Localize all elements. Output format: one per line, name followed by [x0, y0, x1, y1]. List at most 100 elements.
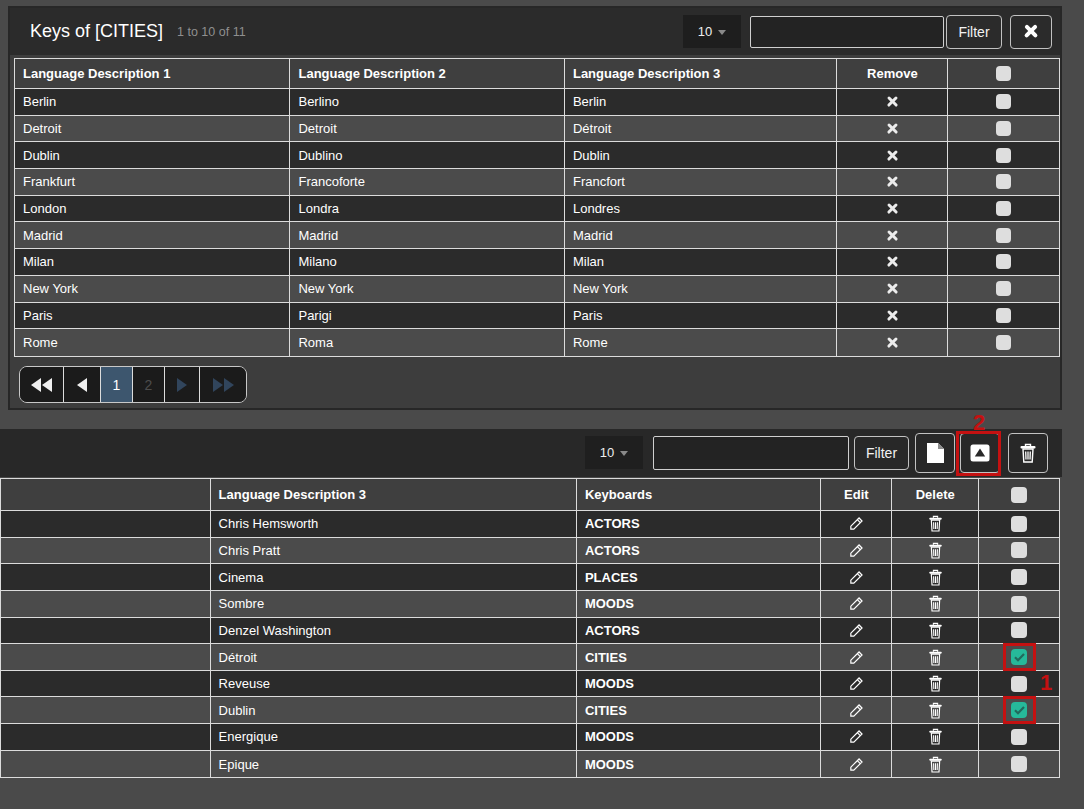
filter-input-bottom[interactable] — [653, 436, 849, 470]
remove-button[interactable] — [837, 276, 948, 302]
column-header — [979, 479, 1059, 510]
remove-icon — [887, 203, 898, 214]
row-checkbox[interactable] — [996, 174, 1011, 189]
edit-button[interactable] — [821, 644, 892, 670]
cell-empty — [1, 591, 211, 617]
cell-keyboard: ACTORS — [577, 538, 822, 564]
remove-button[interactable] — [837, 116, 948, 142]
row-checkbox[interactable] — [1011, 756, 1027, 772]
delete-button[interactable] — [892, 644, 979, 670]
filter-button-bottom[interactable]: Filter — [854, 436, 909, 470]
close-button[interactable] — [1010, 15, 1052, 49]
row-checkbox-checked[interactable] — [1011, 649, 1027, 665]
row-checkbox[interactable] — [996, 121, 1011, 136]
cell-desc3: Madrid — [565, 222, 837, 248]
cell-desc2: Roma — [290, 329, 564, 356]
pagination-first-button[interactable] — [20, 367, 64, 402]
row-checkbox[interactable] — [1011, 729, 1027, 745]
pencil-icon — [848, 756, 865, 773]
pagination-prev-button[interactable] — [64, 367, 101, 402]
row-checkbox[interactable] — [1011, 542, 1027, 558]
row-checkbox[interactable] — [996, 201, 1011, 216]
cell-desc2: Dublino — [290, 142, 564, 168]
pencil-icon — [848, 728, 865, 745]
cell-empty — [1, 751, 211, 778]
row-checkbox[interactable] — [996, 335, 1011, 350]
pencil-icon — [848, 569, 865, 586]
delete-button[interactable] — [892, 724, 979, 750]
delete-button[interactable] — [892, 618, 979, 644]
pagination-page-2[interactable]: 2 — [133, 367, 165, 402]
delete-button[interactable] — [892, 564, 979, 590]
row-checkbox[interactable] — [996, 308, 1011, 323]
edit-button[interactable] — [821, 618, 892, 644]
remove-button[interactable] — [837, 89, 948, 115]
row-checkbox[interactable] — [996, 148, 1011, 163]
table-row: SombreMOODS — [1, 591, 1059, 618]
row-checkbox[interactable] — [996, 228, 1011, 243]
cell-empty — [1, 697, 211, 723]
delete-button[interactable] — [892, 671, 979, 697]
page-size-select[interactable]: 10 — [683, 15, 741, 48]
checkbox-cell — [979, 697, 1059, 723]
remove-button[interactable] — [837, 303, 948, 329]
row-checkbox[interactable] — [1011, 516, 1027, 532]
edit-button[interactable] — [821, 697, 892, 723]
edit-button[interactable] — [821, 671, 892, 697]
edit-button[interactable] — [821, 724, 892, 750]
pencil-icon — [848, 702, 865, 719]
remove-icon — [887, 96, 898, 107]
checkbox-cell — [979, 644, 1059, 670]
cell-keyboard: MOODS — [577, 671, 822, 697]
cell-desc3: Rome — [565, 329, 837, 356]
select-all-checkbox[interactable] — [1011, 487, 1027, 503]
delete-button[interactable] — [892, 538, 979, 564]
delete-button[interactable] — [892, 591, 979, 617]
remove-button[interactable] — [837, 329, 948, 356]
pagination-last-button[interactable] — [200, 367, 246, 402]
cell-keyboard: CITIES — [577, 644, 822, 670]
column-header: Remove — [837, 59, 948, 88]
remove-button[interactable] — [837, 169, 948, 195]
delete-button[interactable] — [892, 751, 979, 778]
remove-button[interactable] — [837, 222, 948, 248]
delete-button[interactable] — [892, 511, 979, 537]
chevron-down-icon — [718, 30, 726, 35]
new-document-button[interactable] — [915, 433, 955, 473]
column-header: Delete — [892, 479, 979, 510]
remove-button[interactable] — [837, 249, 948, 275]
row-checkbox[interactable] — [1011, 622, 1027, 638]
edit-button[interactable] — [821, 564, 892, 590]
edit-button[interactable] — [821, 511, 892, 537]
edit-button[interactable] — [821, 751, 892, 778]
delete-button[interactable] — [892, 697, 979, 723]
cell-desc3: Francfort — [565, 169, 837, 195]
cell-desc1: New York — [15, 276, 290, 302]
remove-button[interactable] — [837, 142, 948, 168]
row-checkbox[interactable] — [996, 281, 1011, 296]
row-checkbox[interactable] — [1011, 676, 1027, 692]
checkbox-cell — [948, 276, 1059, 302]
edit-button[interactable] — [821, 538, 892, 564]
column-header — [948, 59, 1059, 88]
delete-selected-button[interactable] — [1008, 433, 1048, 473]
row-checkbox[interactable] — [1011, 596, 1027, 612]
pagination-next-button[interactable] — [165, 367, 200, 402]
row-checkbox-checked[interactable] — [1011, 702, 1027, 718]
filter-button[interactable]: Filter — [946, 15, 1002, 49]
cell-description: Chris Hemsworth — [211, 511, 577, 537]
edit-button[interactable] — [821, 591, 892, 617]
row-checkbox[interactable] — [996, 94, 1011, 109]
column-header: Language Description 2 — [290, 59, 564, 88]
row-checkbox[interactable] — [996, 254, 1011, 269]
select-all-checkbox[interactable] — [996, 66, 1011, 81]
filter-input[interactable] — [750, 16, 944, 48]
pagination-page-1[interactable]: 1 — [101, 367, 133, 402]
remove-button[interactable] — [837, 196, 948, 222]
row-checkbox[interactable] — [1011, 569, 1027, 585]
panel-controls: 10 Filter — [683, 15, 1052, 49]
trash-icon — [928, 595, 943, 612]
page-size-select-bottom[interactable]: 10 — [585, 436, 643, 469]
table-row: DétroitCITIES — [1, 644, 1059, 671]
cell-description: Dublin — [211, 697, 577, 723]
